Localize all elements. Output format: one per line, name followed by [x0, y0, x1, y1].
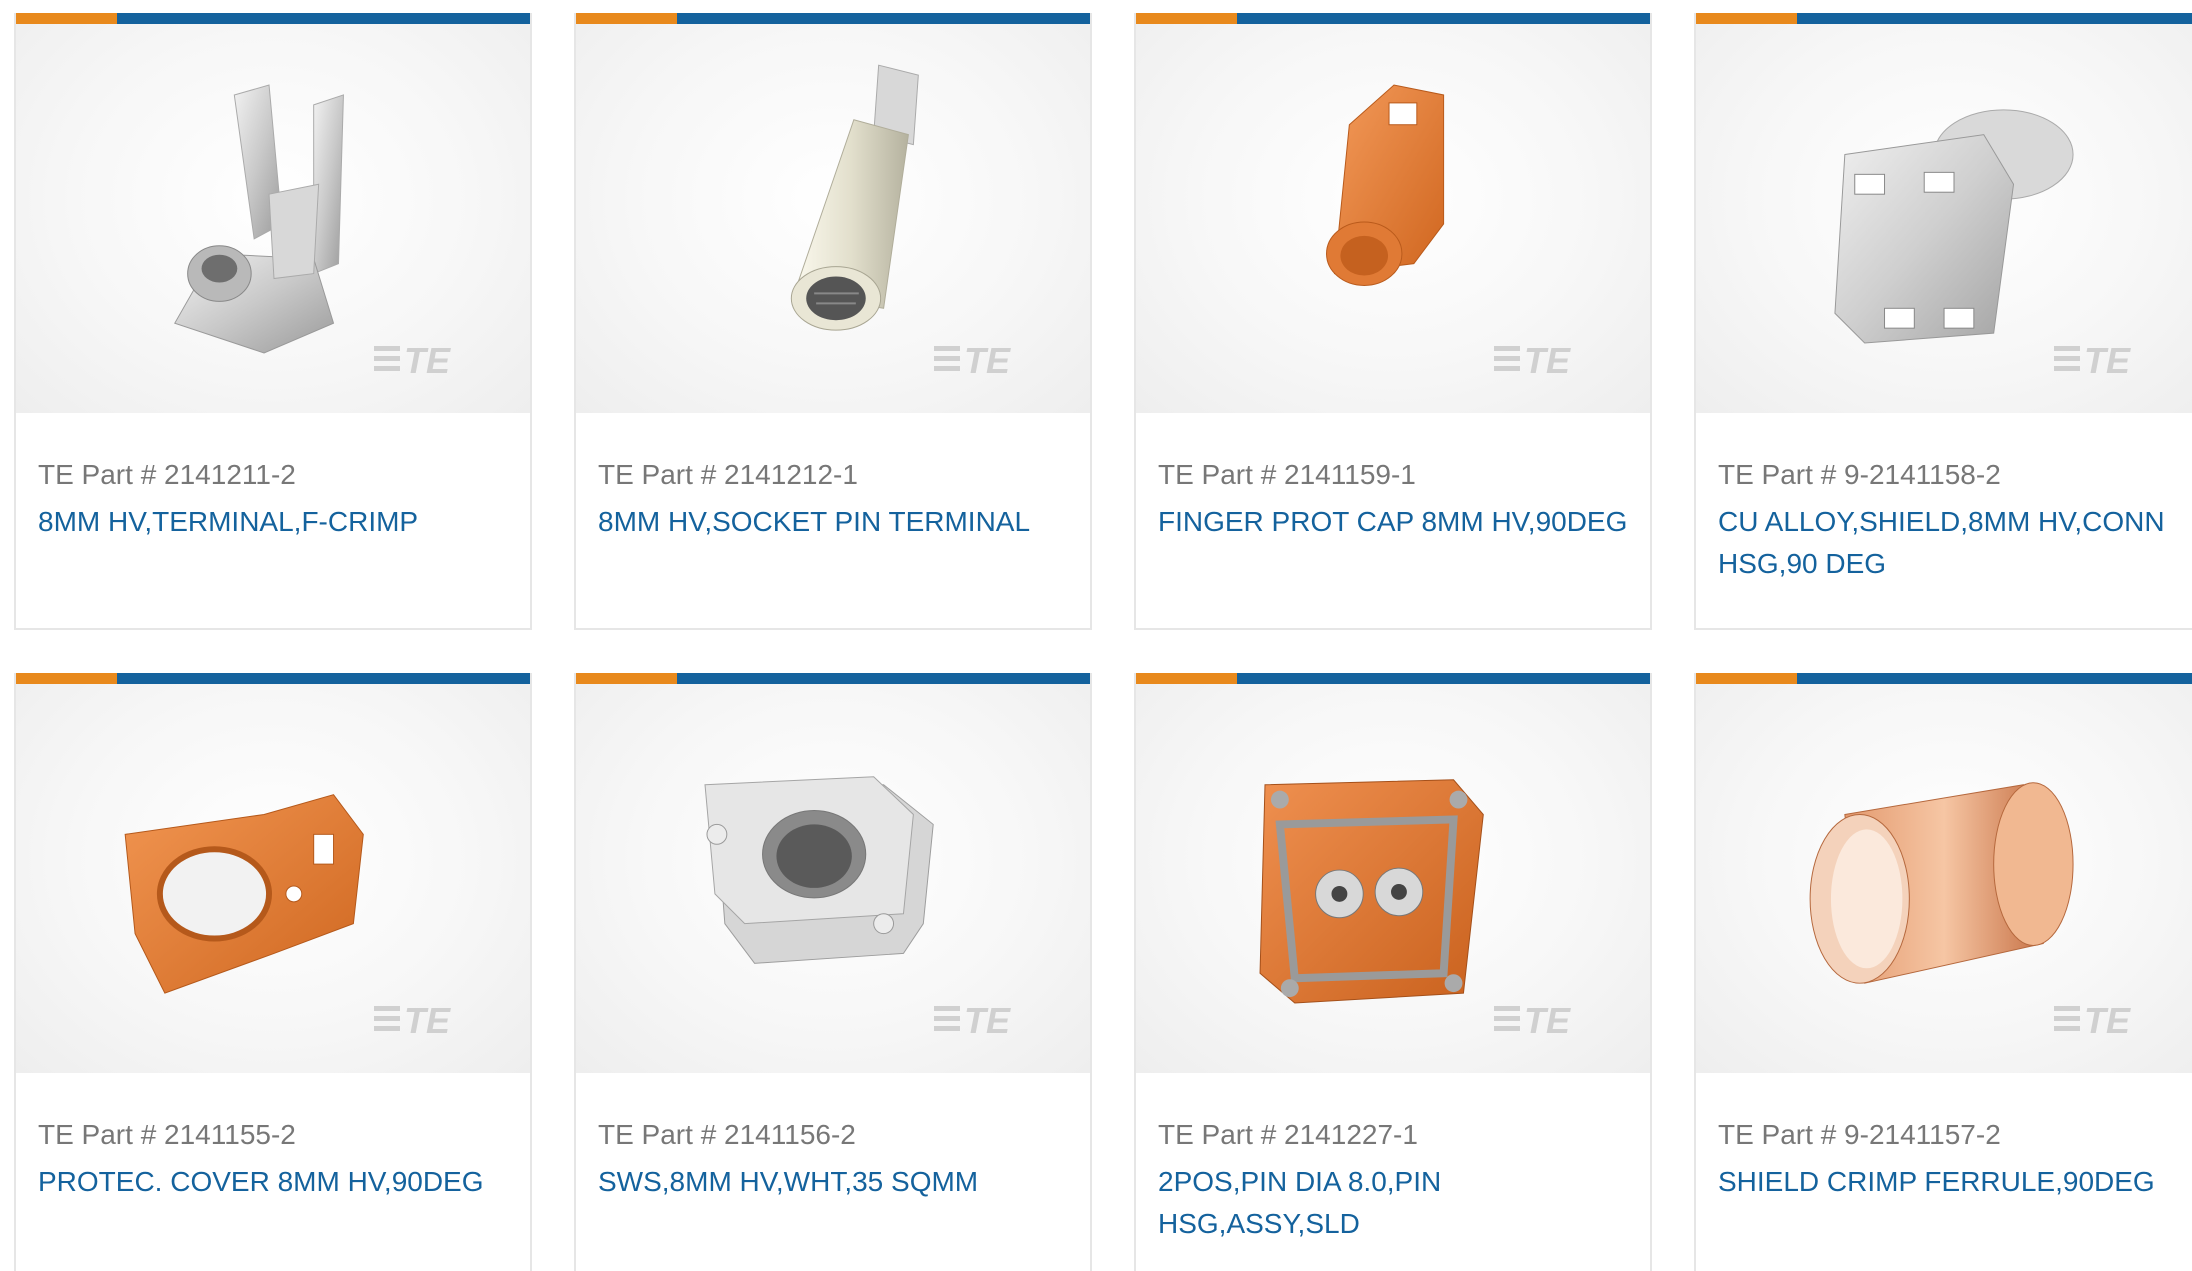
product-description-link[interactable]: PROTEC. COVER 8MM HV,90DEG: [38, 1161, 508, 1203]
product-description-link[interactable]: 8MM HV,SOCKET PIN TERMINAL: [598, 501, 1068, 543]
card-accent-bar: [16, 13, 530, 24]
card-accent-bar: [1136, 673, 1650, 684]
product-card[interactable]: TE TE Part # 2141159-1 FINGER PROT CAP 8…: [1134, 13, 1652, 630]
product-image[interactable]: TE: [16, 684, 530, 1073]
product-description-link[interactable]: 8MM HV,TERMINAL,F-CRIMP: [38, 501, 508, 543]
part-number: TE Part # 2141159-1: [1158, 459, 1416, 490]
card-accent-bar: [1696, 13, 2192, 24]
svg-text:TE: TE: [2084, 1001, 2131, 1037]
product-image[interactable]: TE: [16, 24, 530, 413]
part-number: TE Part # 2141156-2: [598, 1119, 856, 1150]
svg-text:TE: TE: [2084, 341, 2131, 377]
te-logo-icon: TE: [374, 341, 451, 377]
card-accent-bar: [1136, 13, 1650, 24]
product-card[interactable]: TE TE Part # 2141155-2 PROTEC. COVER 8MM…: [14, 673, 532, 1271]
te-logo-icon: TE: [1494, 1001, 1571, 1037]
product-card[interactable]: TE TE Part # 2141227-1 2POS,PIN DIA 8.0,…: [1134, 673, 1652, 1271]
te-logo-icon: TE: [2054, 341, 2131, 377]
product-description-link[interactable]: CU ALLOY,SHIELD,8MM HV,CONN HSG,90 DEG: [1718, 501, 2188, 585]
product-image[interactable]: TE: [1136, 684, 1650, 1073]
product-grid: TE TE Part # 2141211-2 8MM HV,TERMINAL,F…: [0, 0, 2192, 1271]
product-image[interactable]: TE: [1136, 24, 1650, 413]
product-image[interactable]: TE: [1696, 684, 2192, 1073]
part-number: TE Part # 2141155-2: [38, 1119, 296, 1150]
te-logo-icon: TE: [374, 1001, 451, 1037]
card-accent-bar: [16, 673, 530, 684]
card-accent-bar: [576, 673, 1090, 684]
svg-text:TE: TE: [404, 341, 451, 377]
card-accent-bar: [1696, 673, 2192, 684]
te-logo-icon: TE: [1494, 341, 1571, 377]
svg-text:TE: TE: [964, 1001, 1011, 1037]
product-description-link[interactable]: FINGER PROT CAP 8MM HV,90DEG: [1158, 501, 1628, 543]
product-card[interactable]: TE TE Part # 9-2141157-2 SHIELD CRIMP FE…: [1694, 673, 2192, 1271]
product-description-link[interactable]: SHIELD CRIMP FERRULE,90DEG: [1718, 1161, 2188, 1203]
svg-text:TE: TE: [964, 341, 1011, 377]
part-number: TE Part # 2141211-2: [38, 459, 296, 490]
part-number: TE Part # 9-2141157-2: [1718, 1119, 2001, 1150]
part-number: TE Part # 2141227-1: [1158, 1119, 1418, 1150]
product-description-link[interactable]: SWS,8MM HV,WHT,35 SQMM: [598, 1161, 1068, 1203]
product-image[interactable]: TE: [576, 24, 1090, 413]
te-logo-icon: TE: [934, 341, 1011, 377]
product-card[interactable]: TE TE Part # 2141212-1 8MM HV,SOCKET PIN…: [574, 13, 1092, 630]
product-image[interactable]: TE: [1696, 24, 2192, 413]
svg-text:TE: TE: [1524, 1001, 1571, 1037]
svg-text:TE: TE: [1524, 341, 1571, 377]
part-number: TE Part # 9-2141158-2: [1718, 459, 2001, 490]
te-logo-icon: TE: [934, 1001, 1011, 1037]
svg-text:TE: TE: [404, 1001, 451, 1037]
part-number: TE Part # 2141212-1: [598, 459, 858, 490]
te-logo-icon: TE: [2054, 1001, 2131, 1037]
product-card[interactable]: TE TE Part # 2141156-2 SWS,8MM HV,WHT,35…: [574, 673, 1092, 1271]
card-accent-bar: [576, 13, 1090, 24]
product-card[interactable]: TE TE Part # 9-2141158-2 CU ALLOY,SHIELD…: [1694, 13, 2192, 630]
product-description-link[interactable]: 2POS,PIN DIA 8.0,PIN HSG,ASSY,SLD: [1158, 1161, 1628, 1245]
product-image[interactable]: TE: [576, 684, 1090, 1073]
product-card[interactable]: TE TE Part # 2141211-2 8MM HV,TERMINAL,F…: [14, 13, 532, 630]
